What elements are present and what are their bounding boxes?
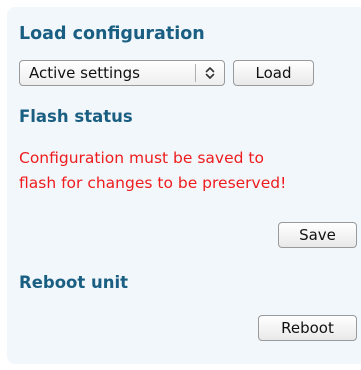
up-down-chevron-icon: [196, 66, 224, 80]
flash-status-heading: Flash status: [19, 107, 133, 126]
reboot-unit-heading: Reboot unit: [19, 273, 129, 292]
flash-warning-line-2: flash for changes to be preserved!: [19, 174, 287, 192]
configuration-select[interactable]: Active settings: [19, 60, 225, 86]
save-button[interactable]: Save: [278, 222, 357, 248]
configuration-select-value: Active settings: [29, 64, 140, 82]
flash-warning-message: Configuration must be saved to flash for…: [19, 146, 359, 196]
load-configuration-heading: Load configuration: [19, 24, 205, 44]
load-button[interactable]: Load: [233, 60, 314, 86]
reboot-button[interactable]: Reboot: [258, 315, 357, 341]
flash-warning-line-1: Configuration must be saved to: [19, 149, 264, 167]
